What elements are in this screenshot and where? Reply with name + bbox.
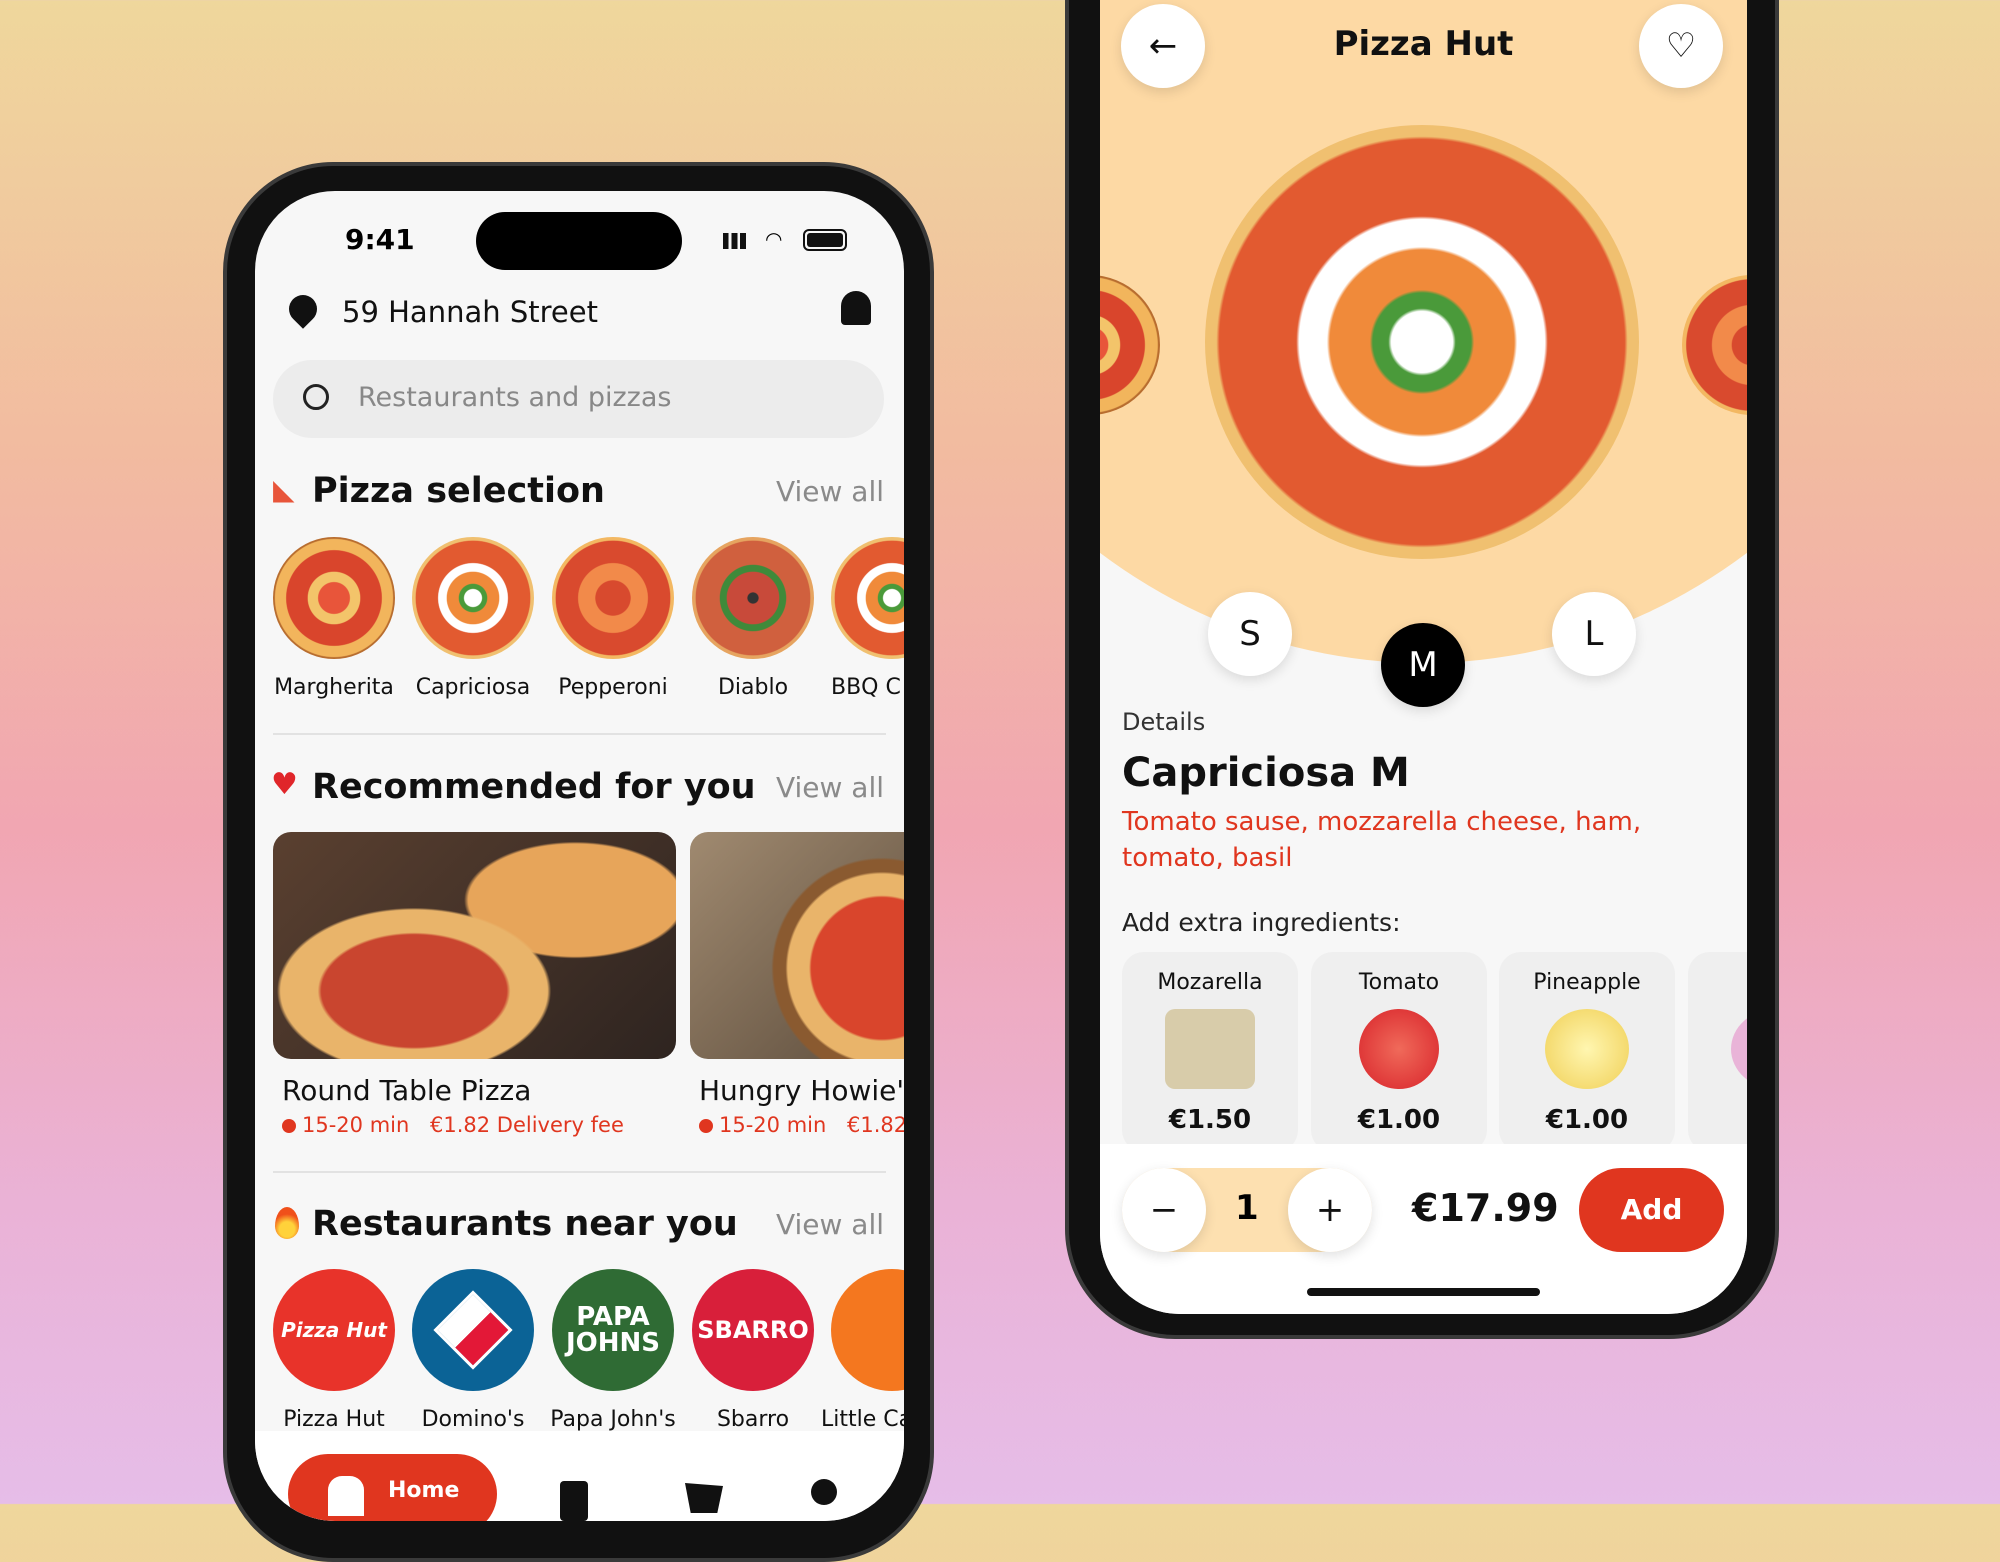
search-input[interactable]: Restaurants and pizzas — [273, 360, 884, 438]
ingredient-name: O — [1688, 970, 1747, 995]
little-caesars-logo[interactable] — [831, 1269, 904, 1391]
size-s-button[interactable]: S — [1208, 592, 1292, 676]
nav-profile-icon[interactable] — [811, 1479, 837, 1505]
details-label: Details — [1122, 708, 1206, 736]
heart-emoji-icon: ♥ — [271, 767, 298, 802]
ingredient-price: €1.50 — [1168, 1105, 1252, 1135]
wifi-icon: ◠ — [765, 227, 783, 251]
restaurants-title: Restaurants near you — [312, 1204, 738, 1244]
pizza-label: Pepperoni — [558, 675, 668, 700]
restaurant-card-image[interactable] — [690, 832, 904, 1059]
extra-ingredient-card[interactable]: Tomato €1.00 — [1311, 952, 1487, 1152]
clock-icon — [699, 1119, 713, 1133]
fire-emoji-icon — [275, 1207, 299, 1239]
search-icon — [303, 384, 329, 410]
extra-ingredient-card[interactable]: O€ — [1688, 952, 1747, 1152]
restaurant-card-name[interactable]: Round Table Pizza — [282, 1074, 531, 1107]
quantity-value: 1 — [1235, 1188, 1259, 1228]
nav-home-label: Home — [388, 1478, 460, 1503]
size-m-button[interactable]: M — [1381, 623, 1465, 707]
delivery-fee: €1.82 — [847, 1113, 904, 1137]
sbarro-logo[interactable]: SBARRO — [692, 1269, 814, 1391]
restaurant-label: Domino's — [421, 1407, 525, 1432]
bottom-order-bar: − 1 + €17.99 Add — [1100, 1144, 1747, 1314]
ingredient-price: €1.00 — [1357, 1105, 1441, 1135]
bell-icon[interactable] — [841, 291, 871, 325]
detail-screen: ← Pizza Hut ♡ S M L Details Capriciosa M… — [1100, 0, 1747, 1314]
pizza-label: Diablo — [717, 675, 789, 700]
pizza-bbq[interactable] — [831, 537, 904, 659]
delivery-fee: €1.82 Delivery fee — [430, 1113, 624, 1137]
total-price: €17.99 — [1412, 1186, 1559, 1230]
recommended-title: Recommended for you — [312, 767, 756, 807]
divider — [273, 1171, 886, 1173]
tomato-image — [1359, 1009, 1439, 1089]
restaurant-card-image[interactable] — [273, 832, 676, 1059]
divider — [273, 733, 886, 735]
extra-ingredient-card[interactable]: Pineapple €1.00 — [1499, 952, 1675, 1152]
restaurants-view-all-link[interactable]: View all — [776, 1208, 884, 1241]
bottom-nav: Home — [255, 1431, 904, 1521]
pizza-selection-title: Pizza selection — [312, 471, 605, 511]
pizza-name: Capriciosa M — [1122, 750, 1410, 796]
onion-image — [1731, 1009, 1747, 1089]
ingredient-name: Mozarella — [1157, 970, 1263, 995]
location-pin-icon — [283, 289, 323, 329]
increase-quantity-button[interactable]: + — [1288, 1168, 1372, 1252]
pizza-label: Margherita — [274, 675, 394, 700]
battery-icon — [803, 229, 847, 251]
pizza-label: Capriciosa — [415, 675, 531, 700]
extra-ingredients-label: Add extra ingredients: — [1122, 908, 1401, 937]
status-time: 9:41 — [345, 223, 415, 256]
clock-icon — [282, 1119, 296, 1133]
extra-ingredient-card[interactable]: Mozarella €1.50 — [1122, 952, 1298, 1152]
delivery-time: 15-20 min — [302, 1113, 410, 1137]
dynamic-island — [476, 212, 682, 270]
ingredient-name: Pineapple — [1533, 970, 1641, 995]
pizza-margherita[interactable] — [273, 537, 395, 659]
nav-home-button[interactable]: Home — [288, 1454, 497, 1521]
restaurant-label: Sbarro — [716, 1407, 790, 1432]
pizza-view-all-link[interactable]: View all — [776, 475, 884, 508]
favorite-heart-button[interactable]: ♡ — [1639, 4, 1723, 88]
home-icon — [328, 1476, 364, 1516]
ingredient-price: € — [1688, 1105, 1747, 1135]
restaurant-label: Little Ca — [821, 1407, 904, 1432]
decrease-quantity-button[interactable]: − — [1122, 1168, 1206, 1252]
pizza-hut-logo[interactable]: Pizza Hut — [273, 1269, 395, 1391]
restaurant-label: Papa John's — [550, 1407, 676, 1432]
size-l-button[interactable]: L — [1552, 592, 1636, 676]
restaurant-label: Pizza Hut — [283, 1407, 385, 1432]
address-label[interactable]: 59 Hannah Street — [342, 295, 598, 329]
pizza-label: BBQ C — [831, 675, 901, 700]
add-to-cart-button[interactable]: Add — [1579, 1168, 1724, 1252]
nav-cart-icon[interactable] — [685, 1483, 723, 1513]
papa-johns-logo[interactable]: PAPA JOHNS — [552, 1269, 674, 1391]
main-pizza-image — [1205, 125, 1639, 559]
search-placeholder: Restaurants and pizzas — [358, 382, 672, 413]
pizza-diablo[interactable] — [692, 537, 814, 659]
nav-orders-icon[interactable] — [560, 1481, 588, 1521]
pizza-capriciosa[interactable] — [412, 537, 534, 659]
delivery-time: 15-20 min — [719, 1113, 827, 1137]
ingredients-description: Tomato sause, mozzarella cheese, ham, to… — [1122, 807, 1642, 873]
home-indicator — [1307, 1288, 1540, 1296]
mozzarella-image — [1165, 1009, 1255, 1089]
home-screen: 9:41 ◠ 59 Hannah Street Restaurants and … — [255, 191, 904, 1521]
ingredient-name: Tomato — [1358, 970, 1440, 995]
recommended-view-all-link[interactable]: View all — [776, 771, 884, 804]
pizza-pepperoni[interactable] — [552, 537, 674, 659]
restaurant-card-name[interactable]: Hungry Howie's — [699, 1074, 904, 1107]
pineapple-image — [1545, 1009, 1629, 1089]
ingredient-price: €1.00 — [1545, 1105, 1629, 1135]
dominos-logo[interactable] — [412, 1269, 534, 1391]
signal-icon — [723, 233, 749, 249]
pizza-slice-icon: ◣ — [273, 473, 295, 506]
